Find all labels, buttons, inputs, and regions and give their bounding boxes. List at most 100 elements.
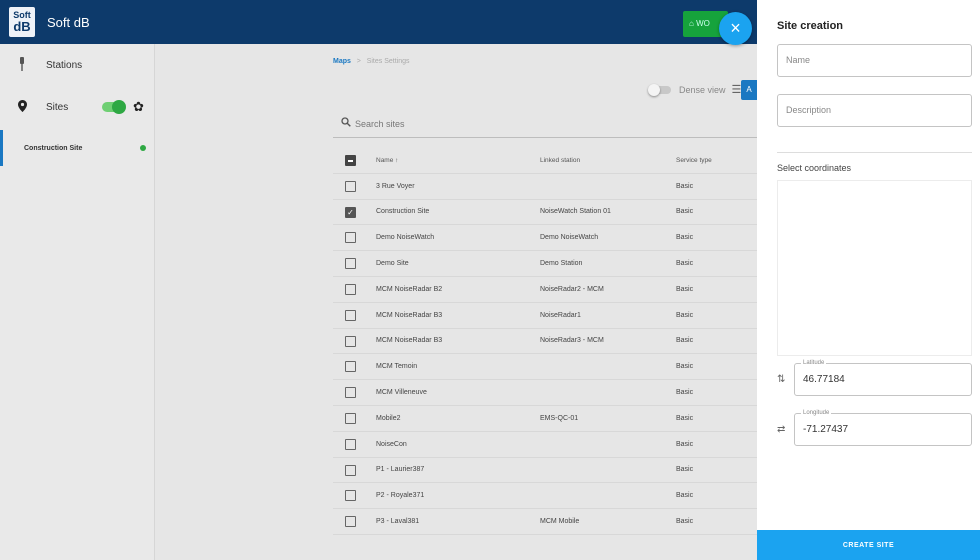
search-bar[interactable]: Search sites bbox=[333, 110, 757, 138]
map-picker[interactable] bbox=[777, 180, 972, 356]
table-row[interactable]: 3 Rue Voyer Basic bbox=[333, 174, 757, 200]
row-checkbox[interactable] bbox=[345, 180, 356, 192]
longitude-field[interactable]: Longitude -71.27437 bbox=[794, 408, 972, 446]
cell-name: NoiseCon bbox=[376, 440, 407, 448]
breadcrumb-maps[interactable]: Maps bbox=[333, 58, 351, 65]
row-checkbox[interactable] bbox=[345, 232, 356, 244]
name-field[interactable]: Name bbox=[777, 44, 972, 77]
gear-icon[interactable]: ✿ bbox=[133, 99, 144, 115]
row-checkbox[interactable]: ✓ bbox=[345, 206, 356, 218]
add-site-button[interactable]: A bbox=[741, 80, 757, 100]
close-icon: × bbox=[730, 18, 741, 38]
row-checkbox[interactable] bbox=[345, 283, 356, 295]
cell-service-type: Basic bbox=[676, 518, 694, 526]
column-header-name[interactable]: Name ↑ bbox=[376, 157, 398, 164]
sidebar-item-label: Stations bbox=[46, 59, 83, 71]
cell-name: Construction Site bbox=[376, 208, 430, 216]
sites-table: Name ↑ Linked station Service type 3 Rue… bbox=[333, 148, 757, 535]
row-checkbox[interactable] bbox=[345, 438, 356, 450]
dense-view-control[interactable]: Dense view ☰ bbox=[648, 83, 742, 96]
cell-service-type: Basic bbox=[676, 492, 694, 500]
column-header-linked-station[interactable]: Linked station bbox=[540, 157, 580, 164]
sidebar: Stations Sites ✿ Construction Site bbox=[0, 44, 155, 560]
row-checkbox[interactable] bbox=[345, 387, 356, 399]
divider bbox=[777, 152, 972, 153]
cell-name: Mobile2 bbox=[376, 414, 401, 422]
cell-name: 3 Rue Voyer bbox=[376, 182, 415, 190]
latitude-value: 46.77184 bbox=[803, 374, 845, 385]
cell-service-type: Basic bbox=[676, 389, 694, 397]
row-checkbox[interactable] bbox=[345, 516, 356, 528]
table-row[interactable]: MCM Villeneuve Basic bbox=[333, 380, 757, 406]
breadcrumb: Maps > Sites Settings bbox=[333, 58, 410, 65]
table-row[interactable]: P2 - Royale371 Basic bbox=[333, 483, 757, 510]
row-checkbox[interactable] bbox=[345, 309, 356, 321]
table-row[interactable]: ✓ Construction Site NoiseWatch Station 01 B… bbox=[333, 200, 757, 226]
table-row[interactable]: MCM NoiseRadar B2 NoiseRadar2 - MCM Basic bbox=[333, 277, 757, 303]
longitude-arrows-icon: ⇄ bbox=[777, 424, 786, 435]
site-list-item-label: Construction Site bbox=[24, 144, 83, 152]
sidebar-item-sites[interactable]: Sites ✿ bbox=[0, 86, 154, 128]
map-pin-icon bbox=[17, 99, 27, 115]
latitude-label: Latitude bbox=[801, 358, 827, 368]
table-row[interactable]: P1 - Laurier387 Basic bbox=[333, 458, 757, 484]
table-row[interactable]: Demo Site Demo Station Basic bbox=[333, 251, 757, 277]
table-row[interactable]: MCM NoiseRadar B3 NoiseRadar3 - MCM Basic bbox=[333, 329, 757, 355]
table-row[interactable]: P3 - Laval381 MCM Mobile Basic bbox=[333, 509, 757, 535]
row-checkbox[interactable] bbox=[345, 361, 356, 373]
cell-service-type: Basic bbox=[676, 208, 694, 216]
column-header-service-type[interactable]: Service type bbox=[676, 157, 712, 164]
row-checkbox[interactable] bbox=[345, 335, 356, 347]
latitude-field[interactable]: Latitude 46.77184 bbox=[794, 358, 972, 396]
dense-view-icon: ☰ bbox=[731, 84, 742, 96]
table-row[interactable]: MCM NoiseRadar B3 NoiseRadar1 Basic bbox=[333, 303, 757, 329]
select-all-checkbox[interactable] bbox=[345, 155, 356, 166]
cell-service-type: Basic bbox=[676, 337, 694, 345]
top-app-bar: Soft dB Soft dB bbox=[0, 0, 757, 44]
cell-linked-station: MCM Mobile bbox=[540, 518, 580, 526]
table-header-row: Name ↑ Linked station Service type bbox=[333, 148, 757, 174]
site-list-item[interactable]: Construction Site bbox=[0, 130, 154, 166]
app-title: Soft dB bbox=[47, 14, 90, 30]
softdb-logo[interactable]: Soft dB bbox=[9, 7, 35, 37]
sidebar-item-label: Sites bbox=[46, 101, 69, 113]
cell-name: MCM NoiseRadar B2 bbox=[376, 285, 443, 293]
row-checkbox[interactable] bbox=[345, 412, 356, 424]
description-field[interactable]: Description bbox=[777, 94, 972, 127]
sites-visibility-toggle[interactable] bbox=[102, 100, 126, 114]
search-input[interactable]: Search sites bbox=[355, 119, 405, 129]
close-panel-button[interactable]: × bbox=[719, 12, 752, 45]
table-row[interactable]: Mobile2 EMS-QC-01 Basic bbox=[333, 406, 757, 432]
cell-service-type: Basic bbox=[676, 234, 694, 242]
cell-service-type: Basic bbox=[676, 414, 694, 422]
create-site-button[interactable]: CREATE SITE bbox=[757, 530, 980, 560]
cell-service-type: Basic bbox=[676, 285, 694, 293]
dense-view-label: Dense view bbox=[679, 84, 726, 95]
table-row[interactable]: MCM Temoin Basic bbox=[333, 354, 757, 381]
table-row[interactable]: NoiseCon Basic bbox=[333, 432, 757, 458]
row-checkbox[interactable] bbox=[345, 464, 356, 476]
cell-name: MCM NoiseRadar B3 bbox=[376, 337, 443, 345]
cell-linked-station: NoiseRadar3 - MCM bbox=[540, 337, 604, 345]
status-dot bbox=[140, 145, 146, 151]
row-checkbox[interactable] bbox=[345, 258, 356, 270]
cell-linked-station: NoiseWatch Station 01 bbox=[540, 208, 611, 216]
cell-name: MCM Villeneuve bbox=[376, 389, 427, 397]
panel-title: Site creation bbox=[777, 20, 844, 32]
cell-name: P1 - Laurier387 bbox=[376, 466, 425, 474]
cell-name: Demo NoiseWatch bbox=[376, 234, 435, 242]
cell-linked-station: NoiseRadar2 - MCM bbox=[540, 285, 604, 293]
cell-linked-station: Demo Station bbox=[540, 260, 583, 268]
cell-name: MCM NoiseRadar B3 bbox=[376, 311, 443, 319]
cell-service-type: Basic bbox=[676, 182, 694, 190]
site-creation-panel: Site creation Name Description Select co… bbox=[757, 0, 980, 560]
cell-service-type: Basic bbox=[676, 440, 694, 448]
dense-view-toggle[interactable] bbox=[648, 83, 671, 96]
sidebar-item-stations[interactable]: Stations bbox=[0, 44, 154, 86]
cell-service-type: Basic bbox=[676, 260, 694, 268]
home-icon: ⌂ bbox=[689, 19, 697, 28]
cell-service-type: Basic bbox=[676, 363, 694, 371]
row-checkbox[interactable] bbox=[345, 490, 356, 502]
longitude-value: -71.27437 bbox=[803, 424, 849, 435]
table-row[interactable]: Demo NoiseWatch Demo NoiseWatch Basic bbox=[333, 225, 757, 252]
